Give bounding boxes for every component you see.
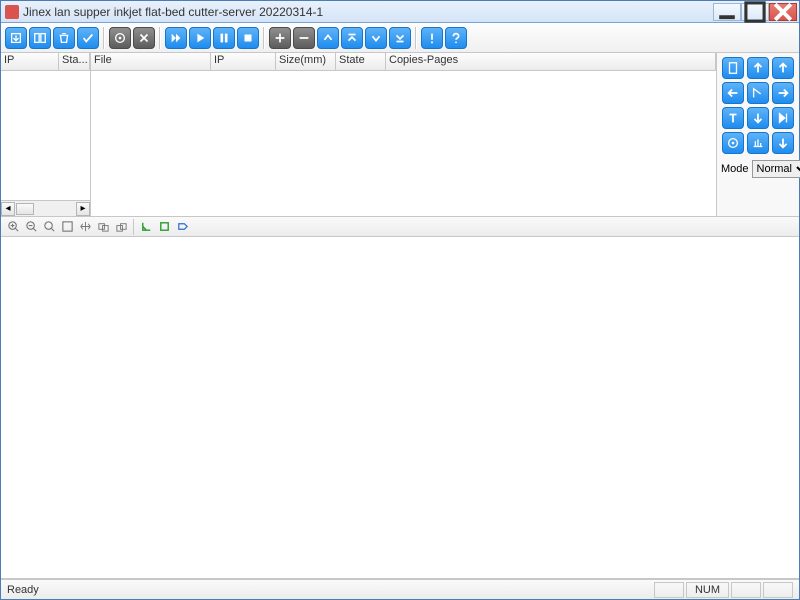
main-toolbar — [1, 23, 799, 53]
file-panel: File IP Size(mm) State Copies-Pages — [91, 53, 717, 216]
up-icon[interactable] — [317, 27, 339, 49]
col-status[interactable]: Sta... — [59, 53, 90, 70]
select-next-icon[interactable] — [113, 219, 129, 235]
zoom-area-icon[interactable] — [41, 219, 57, 235]
confirm-icon[interactable] — [77, 27, 99, 49]
measure-icon[interactable] — [138, 219, 154, 235]
nav-grid — [721, 57, 795, 154]
stop-icon[interactable] — [237, 27, 259, 49]
close-button[interactable] — [769, 3, 797, 21]
status-cell-empty3 — [763, 582, 793, 598]
middle-area: IP Sta... ◂ ▸ File IP Size(mm) State Cop… — [1, 53, 799, 217]
scroll-left-icon[interactable]: ◂ — [1, 202, 15, 216]
target-icon[interactable] — [722, 132, 744, 154]
ip-table-header: IP Sta... — [1, 53, 90, 71]
page-icon[interactable] — [722, 57, 744, 79]
col-file[interactable]: File — [91, 53, 211, 70]
arrow-down-icon[interactable] — [747, 107, 769, 129]
separator — [103, 27, 105, 49]
file-table-header: File IP Size(mm) State Copies-Pages — [91, 53, 716, 71]
arrow-up-icon[interactable] — [747, 57, 769, 79]
arrow-right-icon[interactable] — [772, 82, 794, 104]
zoom-fit-icon[interactable] — [59, 219, 75, 235]
view-toolbar — [1, 217, 799, 237]
arrow-left-icon[interactable] — [722, 82, 744, 104]
app-icon — [5, 5, 19, 19]
delete-icon[interactable] — [53, 27, 75, 49]
separator — [415, 27, 417, 49]
pause-icon[interactable] — [213, 27, 235, 49]
ip-scrollbar[interactable]: ◂ ▸ — [1, 200, 90, 216]
mode-label: Mode — [721, 163, 749, 175]
status-bar: Ready NUM — [1, 579, 799, 599]
pan-icon[interactable] — [77, 219, 93, 235]
separator — [159, 27, 161, 49]
col-size[interactable]: Size(mm) — [276, 53, 336, 70]
minimize-button[interactable] — [713, 3, 741, 21]
skip-icon[interactable] — [772, 107, 794, 129]
top-icon[interactable] — [341, 27, 363, 49]
import-icon[interactable] — [5, 27, 27, 49]
canvas-area[interactable] — [1, 237, 799, 579]
nav-panel: Mode Normal — [717, 53, 799, 216]
help-icon[interactable] — [445, 27, 467, 49]
bottom-icon[interactable] — [389, 27, 411, 49]
window-title: Jinex lan supper inkjet flat-bed cutter-… — [23, 5, 713, 19]
ip-panel: IP Sta... ◂ ▸ — [1, 53, 91, 216]
fast-forward-icon[interactable] — [165, 27, 187, 49]
col-ip2[interactable]: IP — [211, 53, 276, 70]
view-separator — [133, 219, 134, 235]
status-cell-empty1 — [654, 582, 684, 598]
scroll-right-icon[interactable]: ▸ — [76, 202, 90, 216]
arrow-down-double-icon[interactable] — [772, 132, 794, 154]
down-icon[interactable] — [365, 27, 387, 49]
maximize-button[interactable] — [741, 3, 769, 21]
arrow-up-double-icon[interactable] — [772, 57, 794, 79]
settings-icon[interactable] — [109, 27, 131, 49]
plus-icon[interactable] — [269, 27, 291, 49]
file-table-body[interactable] — [91, 71, 716, 216]
play-icon[interactable] — [189, 27, 211, 49]
select-prev-icon[interactable] — [95, 219, 111, 235]
minus-icon[interactable] — [293, 27, 315, 49]
snap-icon[interactable] — [156, 219, 172, 235]
mode-select[interactable]: Normal — [752, 160, 800, 178]
zoom-out-icon[interactable] — [23, 219, 39, 235]
scroll-thumb[interactable] — [16, 203, 34, 215]
col-copies[interactable]: Copies-Pages — [386, 53, 716, 70]
title-bar: Jinex lan supper inkjet flat-bed cutter-… — [1, 1, 799, 23]
status-ready: Ready — [7, 584, 39, 596]
status-num: NUM — [686, 582, 729, 598]
text-tool-icon[interactable] — [722, 107, 744, 129]
separator — [263, 27, 265, 49]
ip-table-body[interactable] — [1, 71, 90, 200]
status-cell-empty2 — [731, 582, 761, 598]
alert-icon[interactable] — [421, 27, 443, 49]
window-controls — [713, 3, 797, 21]
baseline-icon[interactable] — [747, 132, 769, 154]
origin-icon[interactable] — [747, 82, 769, 104]
col-ip[interactable]: IP — [1, 53, 59, 70]
mode-row: Mode Normal — [721, 160, 795, 178]
toggle-icon[interactable] — [174, 219, 190, 235]
col-state[interactable]: State — [336, 53, 386, 70]
layout-icon[interactable] — [29, 27, 51, 49]
zoom-in-icon[interactable] — [5, 219, 21, 235]
tools-icon[interactable] — [133, 27, 155, 49]
